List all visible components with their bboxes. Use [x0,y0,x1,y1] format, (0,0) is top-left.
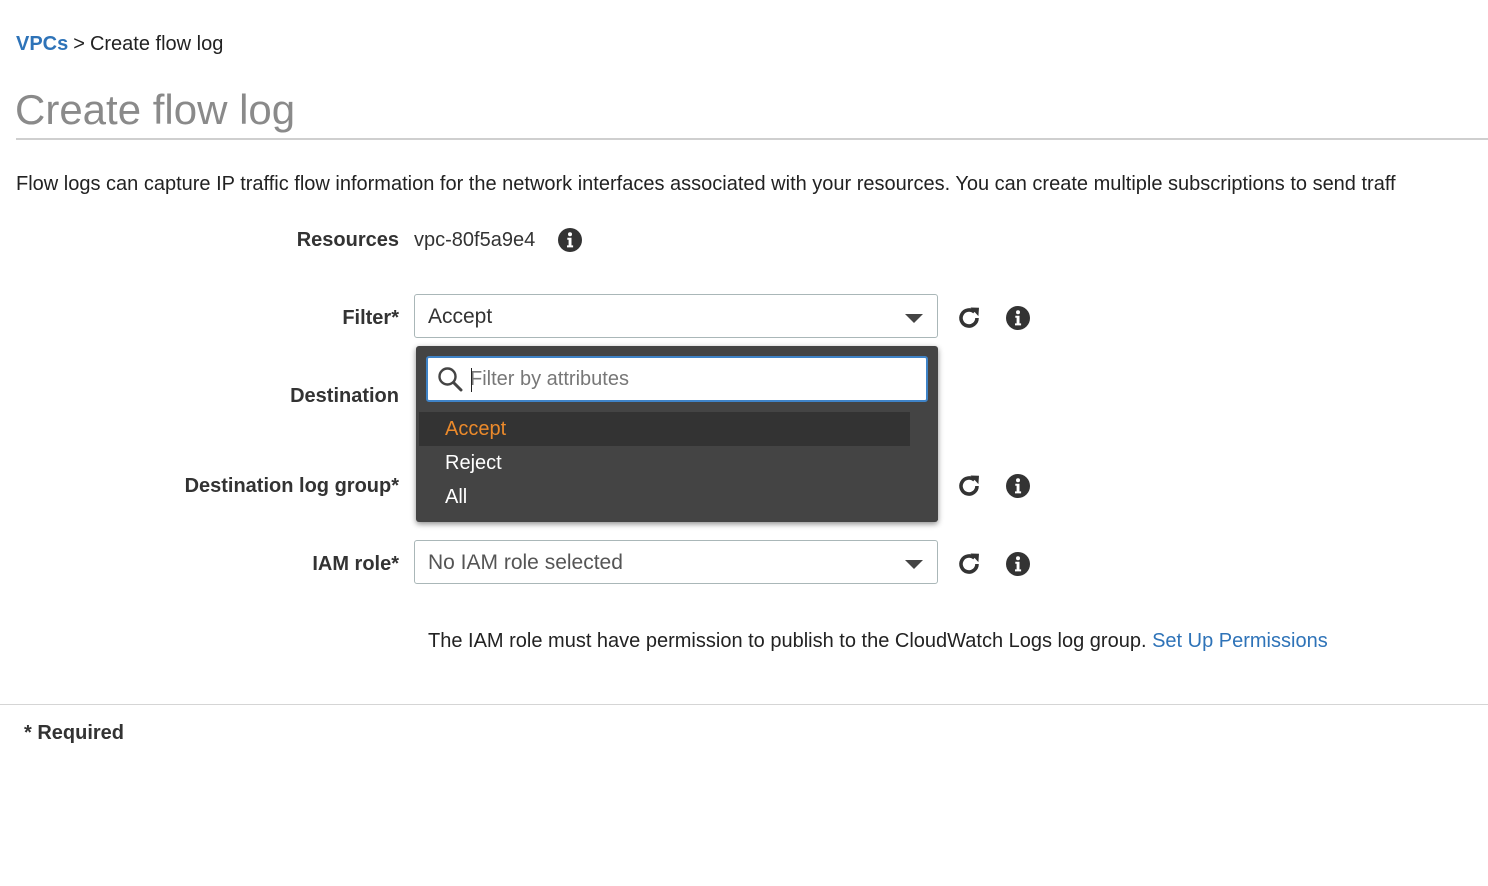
resources-label: Resources [296,229,399,251]
caret-down-icon [905,314,923,323]
iam-role-info-icon[interactable] [1006,552,1030,576]
dropdown-option-reject[interactable]: Reject [419,446,910,480]
filter-select[interactable]: Accept [414,294,938,338]
filter-selected-value: Accept [428,305,493,328]
dropdown-option-label: Accept [445,418,507,440]
dropdown-search-input[interactable] [470,364,910,394]
iam-helper-message: The IAM role must have permission to pub… [428,630,1147,652]
text-cursor [471,368,472,392]
filter-dropdown-menu: Accept Reject All [416,346,938,522]
dropdown-search-box[interactable] [426,356,928,402]
filter-label: Filter* [342,307,399,329]
log-group-refresh-icon[interactable] [955,472,983,500]
iam-helper-text: The IAM role must have permission to pub… [428,630,1328,653]
destination-label: Destination [290,385,399,407]
breadcrumb-vpcs-link[interactable]: VPCs [16,33,68,55]
search-icon [438,367,463,392]
log-group-info-icon[interactable] [1006,474,1030,498]
filter-refresh-icon[interactable] [955,304,983,332]
destination-log-group-label: Destination log group* [184,475,399,497]
iam-role-select[interactable]: No IAM role selected [414,540,938,584]
breadcrumb: VPCs > Create flow log [16,33,223,56]
dropdown-option-all[interactable]: All [419,480,910,514]
resources-info-icon[interactable] [558,228,582,252]
dropdown-scrollbar[interactable] [910,408,938,520]
footer-divider [0,704,1488,705]
iam-role-refresh-icon[interactable] [955,550,983,578]
caret-down-icon [905,560,923,569]
title-divider [16,138,1488,140]
breadcrumb-separator: > [73,33,85,55]
required-note: * Required [24,722,125,744]
iam-role-selected-value: No IAM role selected [428,551,623,574]
filter-info-icon[interactable] [1006,306,1030,330]
page-title: Create flow log [15,86,296,133]
dropdown-option-accept[interactable]: Accept [419,412,910,446]
iam-role-label: IAM role* [312,553,399,575]
dropdown-option-label: Reject [445,452,502,474]
create-flow-log-page: VPCs > Create flow log Create flow log Flo… [0,0,1488,886]
breadcrumb-current: Create flow log [89,33,224,55]
set-up-permissions-link[interactable]: Set Up Permissions [1152,630,1328,652]
dropdown-option-label: All [445,486,468,508]
intro-text: Flow logs can capture IP traffic flow in… [16,173,1396,195]
resources-value: vpc-80f5a9e4 [414,229,536,251]
